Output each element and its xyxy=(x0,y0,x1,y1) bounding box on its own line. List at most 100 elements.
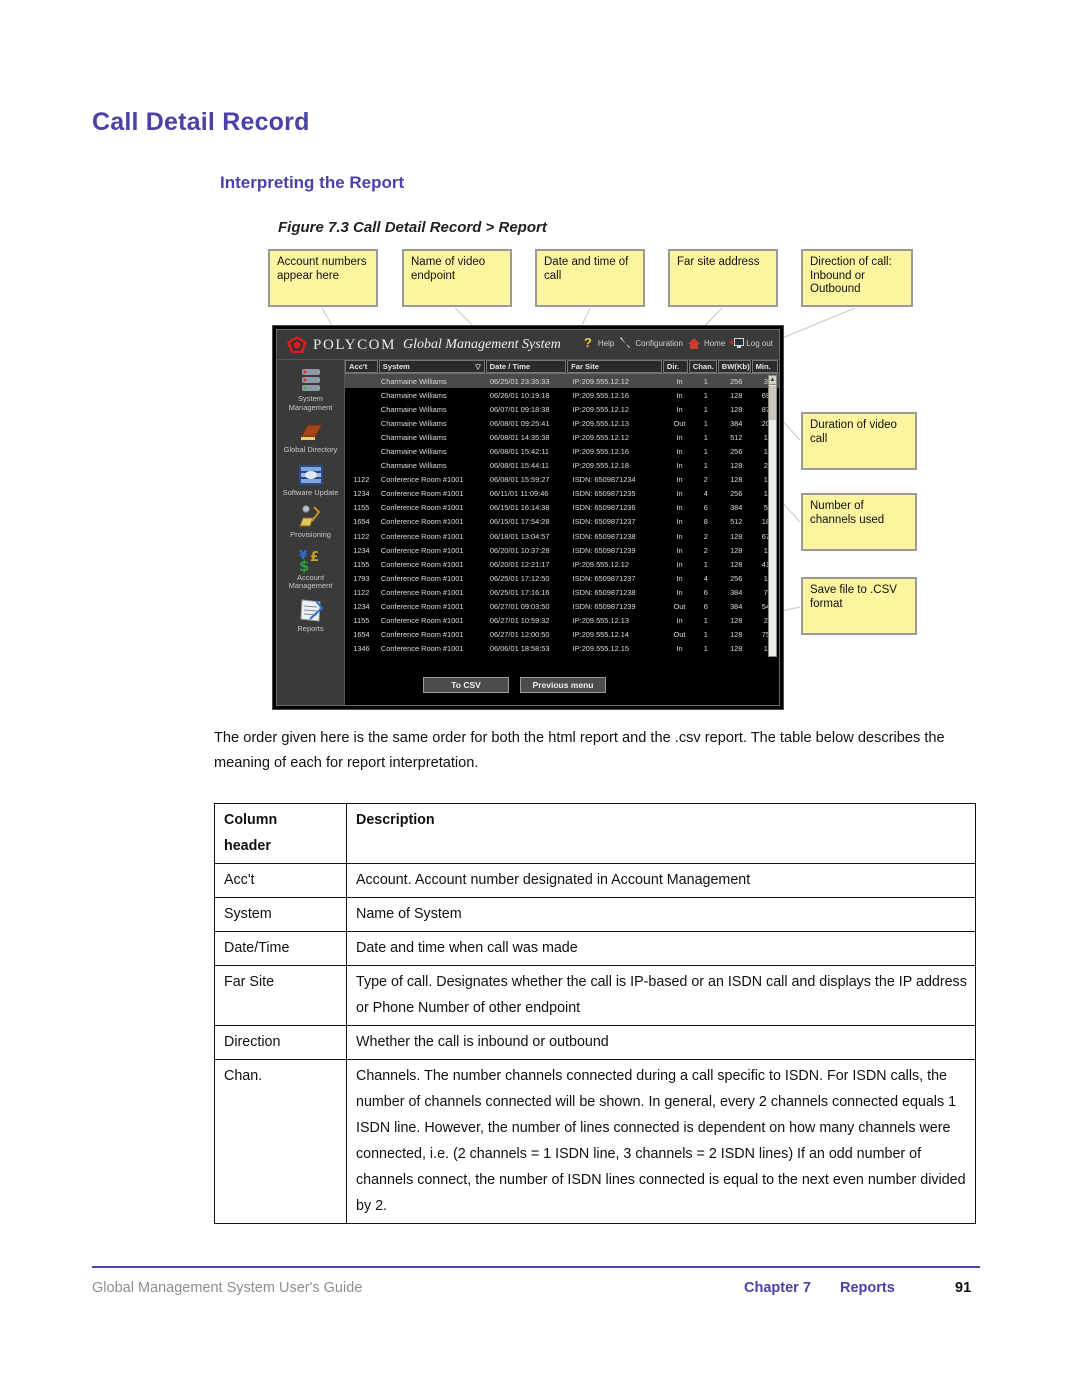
column-name-cell: System xyxy=(214,897,347,932)
table-row[interactable]: 1122 Conference Room #1001 06/25/01 17:16:… xyxy=(345,585,779,599)
configuration-action[interactable]: Configuration xyxy=(618,336,683,350)
to-csv-button[interactable]: To CSV xyxy=(423,677,509,693)
table-row[interactable]: 1122 Conference Room #1001 06/08/01 15:59:… xyxy=(345,473,779,487)
column-header-dir[interactable]: Dir. xyxy=(662,360,688,373)
logout-action[interactable]: Log out xyxy=(729,336,773,350)
callout-text: Name of video endpoint xyxy=(411,256,486,282)
header-actions: ? Help Configuration Home Log out xyxy=(581,336,773,350)
column-description-table: Column header Description Acc't Account. … xyxy=(214,803,976,1224)
table-cell: In xyxy=(676,432,683,442)
table-cell: IP:209.555.12.13 xyxy=(572,616,629,626)
sidebar-item-label: Global Directory xyxy=(283,445,338,454)
table-cell: 4 xyxy=(703,489,708,499)
column-header-far-site[interactable]: Far Site xyxy=(567,360,662,373)
vertical-scrollbar[interactable]: ▲ xyxy=(768,375,777,657)
sidebar-item-reports[interactable]: Reports xyxy=(277,598,344,634)
table-cell: In xyxy=(676,376,683,386)
sidebar-item-system-management[interactable]: System Management xyxy=(277,368,344,412)
table-cell: 6 xyxy=(703,503,708,513)
table-cell: Conference Room #1001 xyxy=(380,545,464,555)
sidebar-item-global-directory[interactable]: Global Directory xyxy=(277,419,344,455)
scroll-up-arrow[interactable]: ▲ xyxy=(769,376,776,385)
table-cell: 1234 xyxy=(353,602,370,612)
table-cell: 06/15/01 17:54:28 xyxy=(489,517,550,527)
table-row[interactable]: 1155 Conference Room #1001 06/20/01 12:21:… xyxy=(345,557,779,571)
table-cell: Charmaine Williams xyxy=(380,461,447,471)
table-cell: 06/20/01 10:37:28 xyxy=(489,545,550,555)
table-cell: In xyxy=(676,545,683,555)
home-action[interactable]: Home xyxy=(687,336,725,350)
table-row[interactable]: 1654 Conference Room #1001 06/27/01 12:00:… xyxy=(345,628,779,642)
sidebar-item-provisioning[interactable]: Provisioning xyxy=(277,504,344,540)
table-cell: Conference Room #1001 xyxy=(380,475,464,485)
table-row[interactable]: Charmaine Williams 06/08/01 09:25:41 IP:20… xyxy=(345,416,779,430)
table-cell: 06/27/01 09:03:50 xyxy=(489,602,550,612)
table-row: Far Site Type of call. Designates whether… xyxy=(214,965,976,1026)
table-row[interactable]: 1155 Conference Room #1001 06/15/01 16:14:… xyxy=(345,501,779,515)
table-cell: 06/25/01 23:35:33 xyxy=(489,376,550,386)
brand-name: POLYCOM xyxy=(313,337,397,353)
table-row[interactable]: Charmaine Williams 06/26/01 10:19:18 IP:20… xyxy=(345,388,779,402)
table-row[interactable]: 1234 Conference Room #1001 06/11/01 11:09:… xyxy=(345,487,779,501)
column-header-chan[interactable]: Chan. xyxy=(688,360,717,373)
table-cell: Out xyxy=(673,602,686,612)
header-description-label: Description xyxy=(346,803,976,864)
question-mark-icon: ? xyxy=(583,335,592,350)
table-row[interactable]: Charmaine Williams 06/07/01 09:18:38 IP:20… xyxy=(345,402,779,416)
column-header-min[interactable]: Min. xyxy=(751,360,778,373)
table-cell: 1654 xyxy=(353,630,370,640)
table-cell: 06/20/01 12:21:17 xyxy=(489,559,550,569)
table-row[interactable]: Charmaine Williams 06/08/01 15:42:11 IP:20… xyxy=(345,444,779,458)
header-line-2: header xyxy=(224,838,271,854)
callout-text: Duration of video call xyxy=(810,419,897,445)
sidebar-item-account-management[interactable]: ¥ £ $ Account Management xyxy=(277,547,344,591)
table-row[interactable]: 1346 Conference Room #1001 06/06/01 18:58:… xyxy=(345,642,779,656)
table-row[interactable]: Charmaine Williams 06/08/01 15:44:11 IP:20… xyxy=(345,459,779,473)
account-management-icon: ¥ £ $ xyxy=(296,547,326,575)
table-cell: 256 xyxy=(730,447,743,457)
help-action[interactable]: ? Help xyxy=(581,336,614,350)
table-cell: 128 xyxy=(730,559,743,569)
table-cell: 512 xyxy=(730,432,743,442)
table-cell: 6 xyxy=(703,602,708,612)
table-cell: Conference Room #1001 xyxy=(380,503,464,513)
table-row[interactable]: 1155 Conference Room #1001 06/27/01 10:59:… xyxy=(345,614,779,628)
column-header-acc-t[interactable]: Acc't xyxy=(345,360,378,373)
table-cell: IP:209.555.12.12 xyxy=(572,559,629,569)
sidebar-item-software-update[interactable]: Software Update xyxy=(277,462,344,498)
table-cell: 1654 xyxy=(353,517,370,527)
table-row[interactable]: 1234 Conference Room #1001 06/27/01 09:03:… xyxy=(345,600,779,614)
table-cell: IP:209.555.12.15 xyxy=(572,644,629,654)
table-body: Charmaine Williams 06/25/01 23:35:33 IP:20… xyxy=(345,374,779,656)
column-header-date-time[interactable]: Date / Time xyxy=(485,360,567,373)
table-cell: IP:209.555.12.14 xyxy=(572,630,629,640)
table-cell: Conference Room #1001 xyxy=(380,587,464,597)
column-header-bw-kb[interactable]: BW(Kb) xyxy=(717,360,751,373)
table-cell: ISDN: 6509871239 xyxy=(572,602,636,612)
table-row[interactable]: 1234 Conference Room #1001 06/20/01 10:37:… xyxy=(345,543,779,557)
software-update-icon xyxy=(296,462,326,488)
table-row[interactable]: 1122 Conference Room #1001 06/18/01 13:04:… xyxy=(345,529,779,543)
table-cell: 06/08/01 15:44:11 xyxy=(489,461,549,471)
table-row[interactable]: 1654 Conference Room #1001 06/15/01 17:54:… xyxy=(345,515,779,529)
table-row[interactable]: 1793 Conference Room #1001 06/25/01 17:12:… xyxy=(345,571,779,585)
table-cell: In xyxy=(676,644,683,654)
table-row: Acc't Account. Account number designated … xyxy=(214,863,976,898)
callout-text: Number of channels used xyxy=(810,500,885,526)
column-header-system[interactable]: System ▽ xyxy=(378,360,485,373)
table-row: Direction Whether the call is inbound or … xyxy=(214,1025,976,1060)
scroll-thumb[interactable] xyxy=(769,386,776,420)
previous-menu-button[interactable]: Previous menu xyxy=(520,677,606,693)
table-row[interactable]: Charmaine Williams 06/25/01 23:35:33 IP:20… xyxy=(345,374,779,389)
table-cell: 06/08/01 14:35:38 xyxy=(489,432,550,442)
column-description-cell: Whether the call is inbound or outbound xyxy=(346,1025,976,1060)
table-cell: 128 xyxy=(730,644,743,654)
column-name-cell: Direction xyxy=(214,1025,347,1060)
table-cell: Out xyxy=(673,418,686,428)
table-row[interactable]: Charmaine Williams 06/08/01 14:35:38 IP:20… xyxy=(345,430,779,444)
table-cell: Charmaine Williams xyxy=(380,390,447,400)
column-name-cell: Chan. xyxy=(214,1059,347,1224)
svg-text:£: £ xyxy=(310,550,319,565)
table-cell: Charmaine Williams xyxy=(380,376,447,386)
table-cell: ISDN: 6509871238 xyxy=(572,587,636,597)
